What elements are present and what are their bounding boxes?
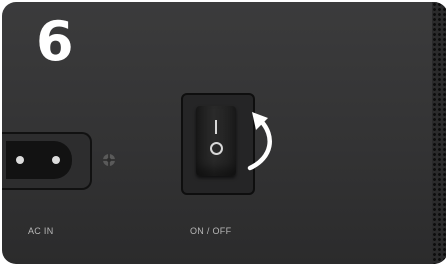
curved-arrow-icon xyxy=(247,112,272,171)
rocker-on-symbol xyxy=(215,120,217,134)
power-rocker-switch[interactable] xyxy=(196,106,236,176)
ground-symbol-icon xyxy=(103,154,115,166)
ac-prong-right xyxy=(52,156,60,164)
speaker-grille xyxy=(432,2,446,264)
step-number: 6 xyxy=(36,10,74,73)
ac-inlet xyxy=(2,132,92,190)
ac-inlet-recess xyxy=(6,141,72,179)
ac-in-label: AC IN xyxy=(28,226,54,236)
on-off-label: ON / OFF xyxy=(190,226,232,236)
rocker-off-symbol xyxy=(210,142,223,155)
device-back-panel: 6 AC IN ON / OFF xyxy=(2,2,446,264)
ac-prong-left xyxy=(16,156,24,164)
instruction-illustration: 6 AC IN ON / OFF xyxy=(0,0,446,270)
